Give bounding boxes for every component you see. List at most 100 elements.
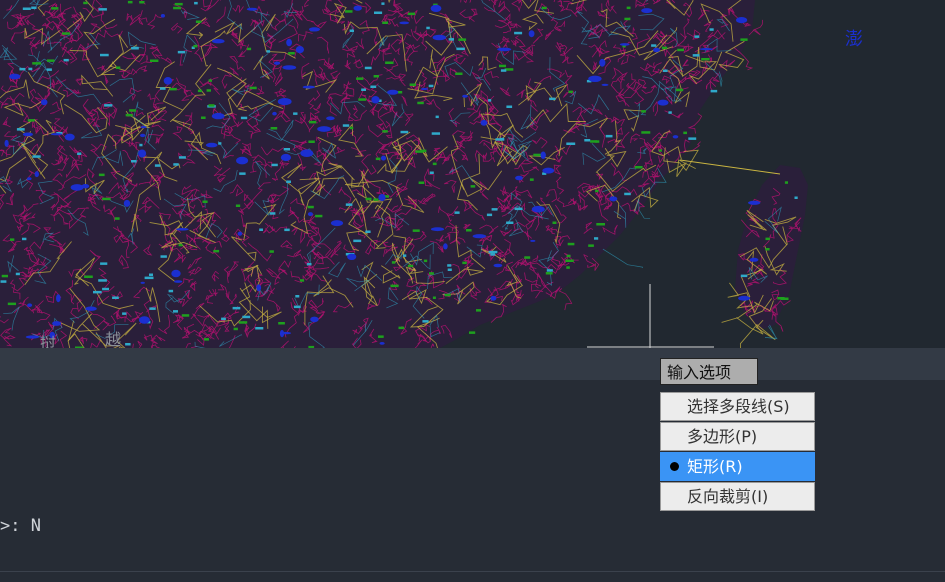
water-mark [330,220,344,227]
water-mark [140,281,145,284]
place-label-mark [373,75,379,78]
place-label-mark [418,181,425,184]
place-label-mark [694,35,700,38]
place-label-mark [77,152,82,155]
place-label-mark [233,327,238,331]
place-label-mark [1,274,9,278]
place-label-mark [641,131,651,134]
water-mark [140,126,147,129]
place-label-mark [701,58,710,61]
place-label-mark [240,116,248,120]
place-label-mark [429,272,434,275]
place-label-mark [454,211,460,214]
place-label-mark [566,142,576,145]
map-viewport[interactable]: 挝 越 澎 [0,0,945,348]
place-label-mark [283,148,290,151]
place-label-mark [415,150,424,153]
place-label-mark [208,104,215,107]
menu-item-select-polyline[interactable]: 选择多段线(S) [660,392,815,421]
place-label-mark [385,61,394,64]
water-mark [302,85,315,89]
place-label-mark [514,31,523,35]
place-label-mark [794,196,798,199]
place-label-mark [168,289,174,293]
place-label-mark [407,12,416,16]
command-divider [0,348,945,380]
water-mark [399,21,410,25]
place-label-mark [784,181,788,184]
place-label-mark [709,28,714,31]
menu-item-rectangle[interactable]: 矩形(R) [660,452,815,481]
place-label-mark [114,217,120,220]
water-mark [653,47,660,53]
water-mark [738,295,751,301]
place-label-mark [218,142,222,145]
water-mark [430,4,442,12]
water-mark [286,38,292,47]
place-label-mark [469,331,476,334]
place-label-mark [500,69,507,72]
place-label-mark [174,2,183,6]
place-label-mark [390,284,399,288]
place-label-mark [10,238,15,241]
water-mark [326,116,335,121]
water-mark [173,280,183,283]
water-mark [531,205,545,213]
water-mark [480,119,488,126]
water-mark [380,155,387,161]
place-label-mark [476,309,481,312]
place-label-mark [447,264,452,267]
water-mark [9,73,21,80]
water-mark [378,194,386,201]
place-label-mark [432,162,437,166]
water-mark [443,243,448,250]
place-label-mark [568,90,573,94]
place-label-mark [361,88,366,91]
place-label-mark [565,259,574,262]
place-label-mark [315,214,323,218]
place-label-mark [247,47,252,51]
place-label-mark [400,130,409,134]
place-label-mark [83,1,88,5]
place-label-mark [710,89,718,93]
place-label-mark [270,127,278,130]
place-label-mark [412,229,420,232]
place-label-mark [683,131,687,135]
place-label-mark [194,1,198,5]
place-label-mark [259,228,263,231]
place-label-mark [242,315,251,319]
water-mark [236,156,249,165]
place-label-mark [269,250,274,253]
place-label-mark [765,248,770,251]
place-label-mark [462,261,467,265]
place-label-mark [375,157,381,161]
water-mark [256,284,262,292]
place-label-mark [566,254,571,258]
place-label-mark [197,89,203,93]
water-mark [123,199,131,207]
water-mark [27,303,33,308]
water-mark [295,46,304,54]
place-label-mark [417,101,424,105]
place-label-mark [125,343,131,346]
menu-item-polygon[interactable]: 多边形(P) [660,422,815,451]
water-mark [300,149,314,157]
water-mark [619,43,630,46]
place-label-mark [428,84,434,88]
menu-item-invert-clip[interactable]: 反向裁剪(I) [660,482,815,511]
place-label-mark [208,79,212,82]
place-label-mark [552,221,557,224]
place-label-mark [84,275,93,278]
place-label-mark [624,17,631,21]
place-label-mark [432,296,436,299]
water-mark [246,7,258,11]
place-label-mark [221,317,226,321]
water-mark [85,306,97,311]
place-label-mark [448,38,454,41]
place-label-mark [533,153,542,157]
place-label-mark [605,134,613,138]
water-mark [379,342,385,345]
place-label-mark [160,255,167,258]
place-label-mark [7,302,16,306]
place-label-mark [447,268,452,271]
